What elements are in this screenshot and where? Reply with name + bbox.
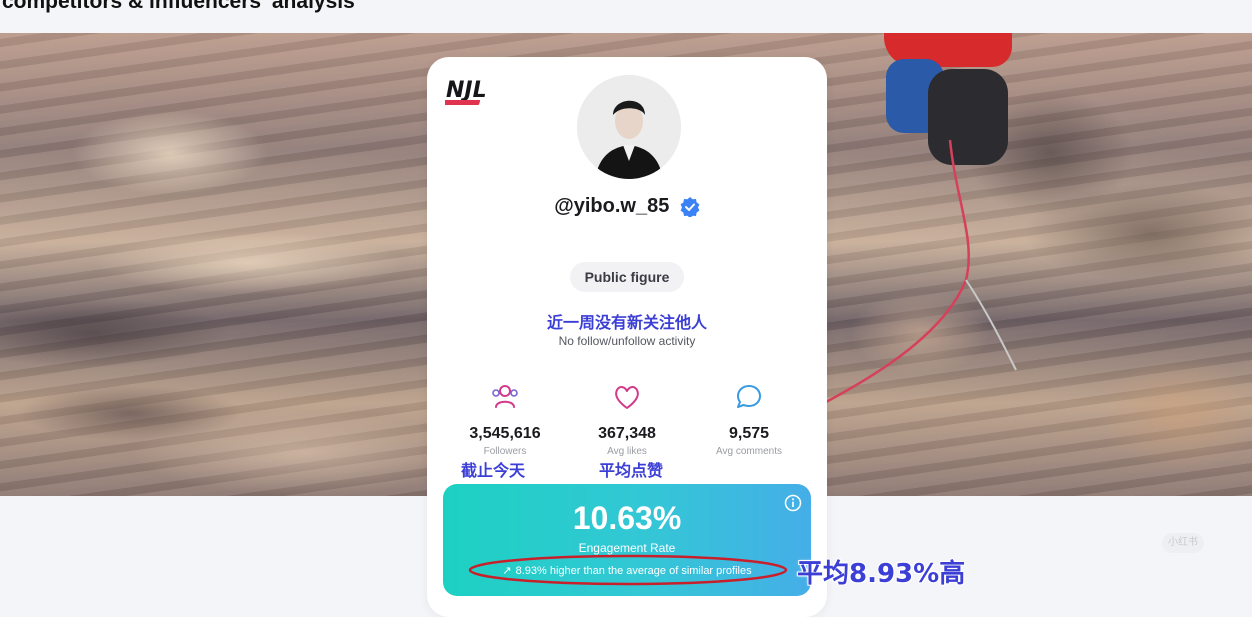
njl-logo-icon: NJL xyxy=(445,78,487,105)
right-fade-overlay xyxy=(1136,556,1252,592)
followers-value: 3,545,616 xyxy=(469,425,541,442)
heart-icon xyxy=(615,386,639,409)
engagement-rate-value: 10.63% xyxy=(572,500,682,536)
avg-likes-value: 367,348 xyxy=(598,425,656,442)
avg-comments-value: 9,575 xyxy=(728,425,770,442)
annotation-avg-likes: 平均点赞 xyxy=(599,461,664,480)
page-header: competitors & influencers' analysis xyxy=(0,0,1252,33)
svg-text:NJL: NJL xyxy=(446,78,487,103)
stat-followers: 3,545,616 Followers xyxy=(445,383,565,457)
profile-card: NJL @yibo.w_85 Public figure 近一周没有新关注他人 … xyxy=(427,57,827,617)
climbing-rope xyxy=(826,140,1017,404)
avatar[interactable] xyxy=(577,75,681,179)
annotation-avg-higher: 平均8.93%高 xyxy=(797,559,966,589)
users-icon xyxy=(492,385,518,408)
verified-badge-icon xyxy=(680,196,700,217)
profile-handle[interactable]: @yibo.w_85 xyxy=(554,195,669,217)
avg-likes-label: Avg likes xyxy=(607,446,647,457)
avg-comments-label: Avg comments xyxy=(716,446,782,457)
page-title: competitors & influencers' analysis xyxy=(2,0,355,13)
stat-avg-comments: 9,575 Avg comments xyxy=(689,383,809,457)
annotation-as-of-today: 截止今天 xyxy=(461,461,526,480)
followers-label: Followers xyxy=(483,446,527,457)
comment-icon xyxy=(737,385,761,408)
activity-status: No follow/unfollow activity xyxy=(558,334,696,348)
stat-avg-likes: 367,348 Avg likes xyxy=(567,383,687,457)
handle-row: @yibo.w_85 xyxy=(427,195,827,218)
annotation-no-new-follows: 近一周没有新关注他人 xyxy=(546,313,707,332)
red-highlight-oval xyxy=(468,554,788,586)
category-badge: Public figure xyxy=(570,262,684,292)
watermark: 小红书 xyxy=(1162,533,1204,553)
